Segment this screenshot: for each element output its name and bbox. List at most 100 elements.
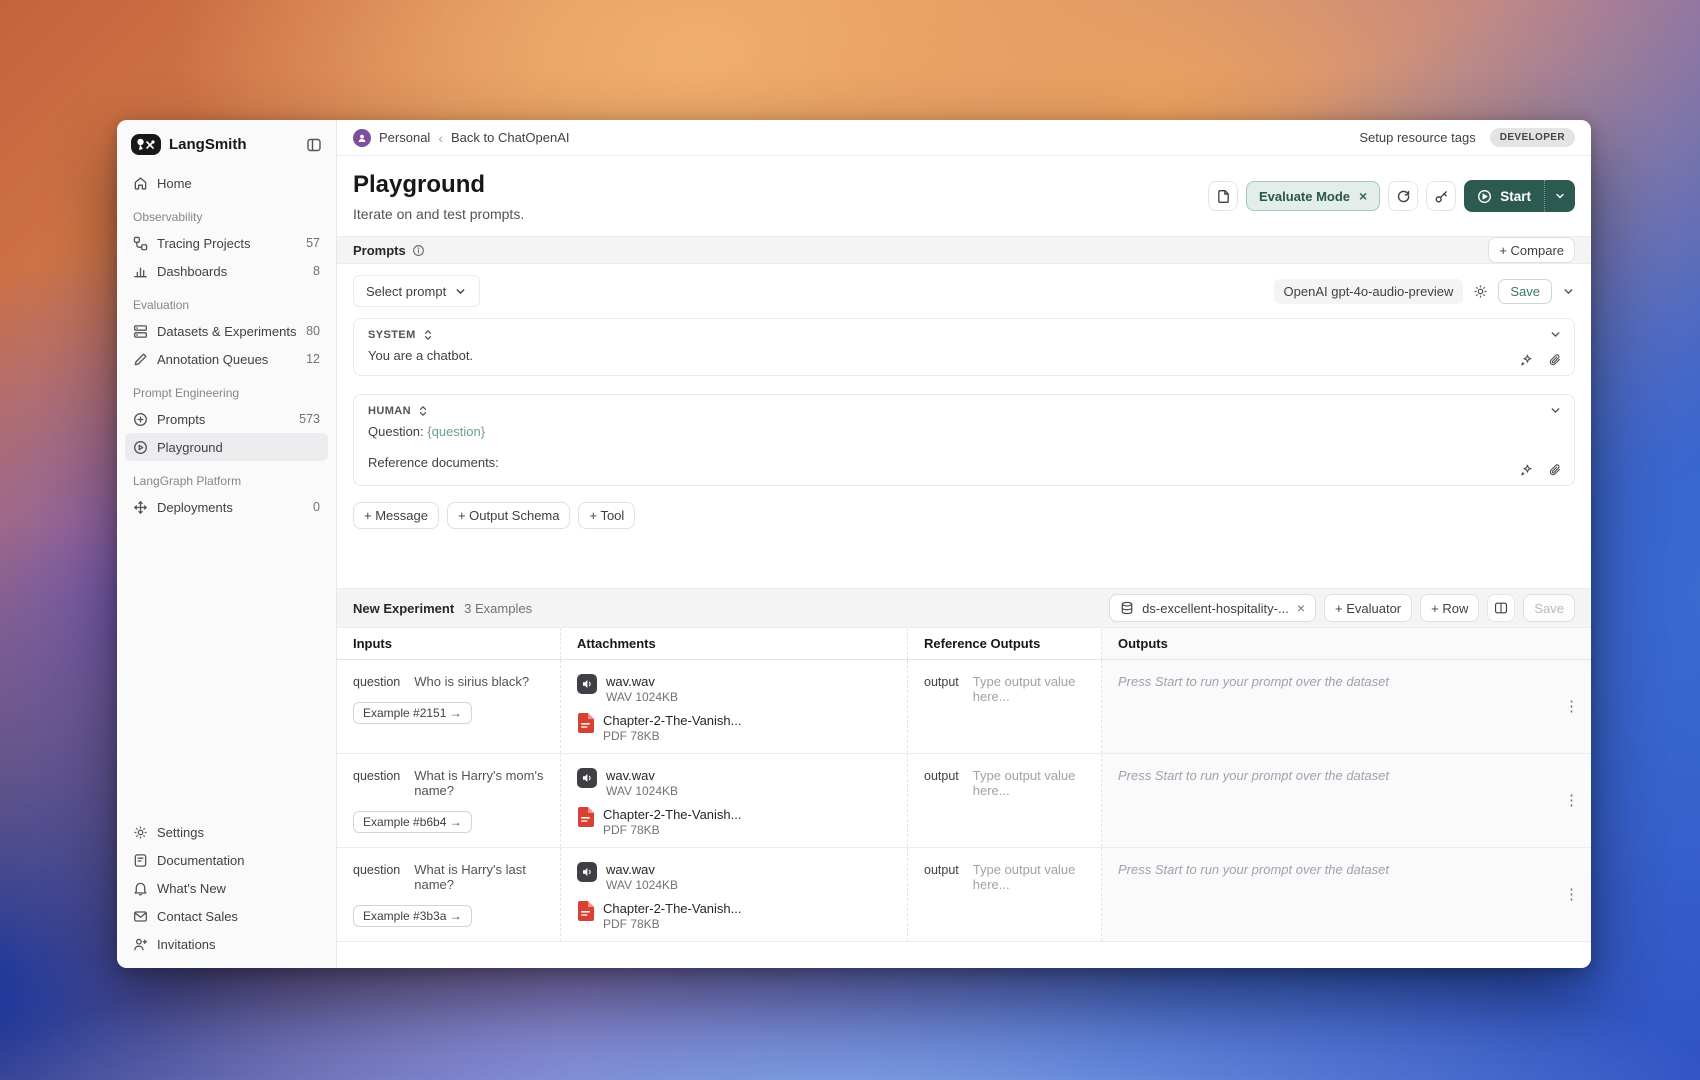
- count-badge: 8: [313, 264, 320, 278]
- collapse-chevron-icon[interactable]: [1549, 404, 1562, 417]
- workspace-avatar[interactable]: [353, 128, 371, 147]
- sidebar-item-documentation[interactable]: Documentation: [125, 846, 328, 874]
- attachment-pdf[interactable]: Chapter-2-The-Vanish... PDF 78KB: [577, 713, 891, 743]
- human-message-reference[interactable]: Reference documents:: [368, 455, 1560, 470]
- attachment-audio[interactable]: wav.wav WAV 1024KB: [577, 674, 891, 704]
- setup-resource-tags-link[interactable]: Setup resource tags: [1359, 130, 1475, 145]
- wand-icon[interactable]: [1520, 463, 1534, 477]
- attachment-meta: PDF 78KB: [603, 729, 660, 743]
- row-overflow-menu-icon[interactable]: ⋮: [1564, 793, 1579, 808]
- output-placeholder: Press Start to run your prompt over the …: [1118, 862, 1389, 877]
- breadcrumb-workspace[interactable]: Personal: [379, 130, 430, 145]
- page-subtitle: Iterate on and test prompts.: [353, 205, 525, 222]
- system-role-label: SYSTEM: [368, 329, 416, 341]
- save-experiment-button[interactable]: Save: [1523, 594, 1575, 622]
- sidebar-collapse-icon[interactable]: [306, 137, 322, 153]
- evaluate-mode-label: Evaluate Mode: [1259, 188, 1351, 204]
- attachment-name: wav.wav: [606, 768, 655, 783]
- start-button-main[interactable]: Start: [1464, 180, 1544, 212]
- attachments-cell: wav.wav WAV 1024KB Chapter-2-The-Vanish.…: [561, 754, 908, 847]
- paperclip-icon[interactable]: [1548, 353, 1562, 367]
- select-prompt-dropdown[interactable]: Select prompt: [353, 275, 481, 307]
- info-icon[interactable]: [412, 244, 425, 257]
- attachment-audio[interactable]: wav.wav WAV 1024KB: [577, 768, 891, 798]
- columns-button[interactable]: [1487, 594, 1516, 622]
- row-overflow-menu-icon[interactable]: ⋮: [1564, 699, 1579, 714]
- system-message-text[interactable]: You are a chatbot.: [368, 348, 1560, 363]
- sidebar-item-whats-new[interactable]: What's New: [125, 874, 328, 902]
- sidebar-item-playground[interactable]: Playground: [125, 433, 328, 461]
- collapse-chevron-icon[interactable]: [1549, 328, 1562, 341]
- api-key-button[interactable]: [1426, 181, 1457, 211]
- model-name[interactable]: OpenAI gpt-4o-audio-preview: [1273, 278, 1464, 304]
- experiment-examples-count: 3 Examples: [464, 600, 533, 616]
- experiment-bar-left: New Experiment 3 Examples: [353, 601, 532, 616]
- examples-table: Inputs Attachments Reference Outputs Out…: [337, 628, 1591, 968]
- add-message-button[interactable]: + Message: [353, 502, 439, 529]
- sidebar-item-dashboards[interactable]: Dashboards 8: [125, 257, 328, 285]
- start-dropdown-caret[interactable]: [1544, 180, 1575, 212]
- attachment-audio[interactable]: wav.wav WAV 1024KB: [577, 862, 891, 892]
- gear-icon: [133, 825, 148, 840]
- reference-output-input[interactable]: Type output value here...: [973, 768, 1085, 798]
- sidebar-item-settings[interactable]: Settings: [125, 818, 328, 846]
- breadcrumb-back-link[interactable]: Back to ChatOpenAI: [451, 130, 570, 145]
- page-header: Playground Iterate on and test prompts. …: [337, 156, 1591, 236]
- save-prompt-button[interactable]: Save: [1498, 278, 1552, 304]
- human-message-tools: [1520, 463, 1562, 477]
- reorder-updown-icon[interactable]: [418, 405, 428, 417]
- add-evaluator-button[interactable]: + Evaluator: [1324, 594, 1413, 622]
- dataset-remove-icon[interactable]: ×: [1297, 600, 1305, 616]
- sidebar-item-deployments[interactable]: Deployments 0: [125, 493, 328, 521]
- sidebar-item-annotation-queues[interactable]: Annotation Queues 12: [125, 345, 328, 373]
- datasets-icon: [133, 324, 148, 339]
- reference-output-input[interactable]: Type output value here...: [973, 862, 1085, 892]
- sidebar-item-datasets-experiments[interactable]: Datasets & Experiments 80: [125, 317, 328, 345]
- add-row-button[interactable]: + Row: [1420, 594, 1480, 622]
- question-variable: {question}: [427, 424, 486, 439]
- add-tool-button[interactable]: + Tool: [578, 502, 636, 529]
- row-overflow-menu-icon[interactable]: ⋮: [1564, 887, 1579, 902]
- example-link[interactable]: Example #b6b4 →: [353, 811, 472, 833]
- play-circle-icon: [133, 440, 148, 455]
- compare-button[interactable]: + Compare: [1488, 237, 1575, 263]
- attachment-pdf[interactable]: Chapter-2-The-Vanish... PDF 78KB: [577, 807, 891, 837]
- example-link[interactable]: Example #3b3a →: [353, 905, 472, 927]
- sidebar-item-home[interactable]: Home: [125, 169, 328, 197]
- attachment-name: wav.wav: [606, 674, 655, 689]
- evaluate-mode-pill[interactable]: Evaluate Mode ×: [1246, 181, 1381, 211]
- human-role-label: HUMAN: [368, 405, 411, 417]
- count-badge: 573: [299, 412, 320, 426]
- model-row-chevron-icon[interactable]: [1562, 285, 1575, 298]
- reference-key-value: output Type output value here...: [924, 674, 1085, 704]
- add-output-schema-button[interactable]: + Output Schema: [446, 502, 571, 529]
- page-header-text: Playground Iterate on and test prompts.: [353, 171, 524, 222]
- reorder-updown-icon[interactable]: [423, 329, 433, 341]
- select-prompt-label: Select prompt: [366, 283, 447, 299]
- dataset-name: ds-excellent-hospitality-...: [1142, 600, 1289, 616]
- evaluate-mode-close-icon[interactable]: ×: [1359, 188, 1367, 204]
- sidebar-item-contact-sales[interactable]: Contact Sales: [125, 902, 328, 930]
- sidebar-item-label: Settings: [157, 824, 204, 840]
- refresh-button[interactable]: [1388, 181, 1419, 211]
- model-settings-gear-icon[interactable]: [1473, 284, 1488, 299]
- notes-button[interactable]: [1208, 181, 1239, 211]
- human-message-question[interactable]: Question: {question}: [368, 424, 1560, 439]
- sidebar-item-tracing-projects[interactable]: Tracing Projects 57: [125, 229, 328, 257]
- sidebar-item-invitations[interactable]: Invitations: [125, 930, 328, 958]
- system-message-header: SYSTEM: [368, 329, 1560, 341]
- example-link[interactable]: Example #2151 →: [353, 702, 472, 724]
- inputs-cell: question What is Harry's mom's name? Exa…: [337, 754, 561, 847]
- attachments-cell: wav.wav WAV 1024KB Chapter-2-The-Vanish.…: [561, 660, 908, 753]
- paperclip-icon[interactable]: [1548, 463, 1562, 477]
- sidebar-item-prompts[interactable]: Prompts 573: [125, 405, 328, 433]
- experiment-bar: New Experiment 3 Examples ds-excellent-h…: [337, 588, 1591, 628]
- experiment-title: New Experiment: [353, 600, 455, 616]
- dataset-pill[interactable]: ds-excellent-hospitality-... ×: [1109, 594, 1317, 622]
- start-button[interactable]: Start: [1464, 180, 1575, 212]
- column-header-attachments: Attachments: [561, 628, 908, 659]
- reference-output-input[interactable]: Type output value here...: [973, 674, 1085, 704]
- inputs-cell: question What is Harry's last name? Exam…: [337, 848, 561, 941]
- wand-icon[interactable]: [1520, 353, 1534, 367]
- attachment-pdf[interactable]: Chapter-2-The-Vanish... PDF 78KB: [577, 901, 891, 931]
